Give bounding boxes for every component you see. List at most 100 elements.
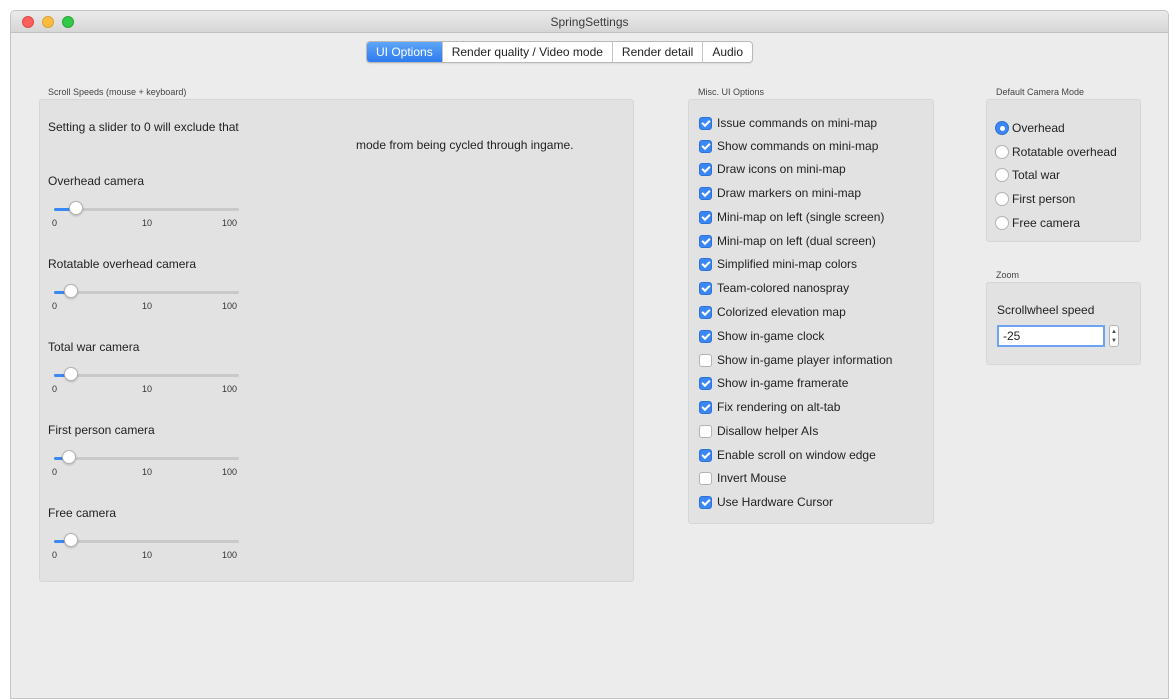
slider-label: Rotatable overhead camera [48,257,197,271]
first-person-camera-slider[interactable] [54,450,239,464]
scrollwheel-speed-label: Scrollwheel speed [997,303,1095,317]
checkbox-label: Colorized elevation map [717,305,846,319]
checkbox-show-ingame-framerate[interactable]: Show in-game framerate [699,373,848,393]
checkbox-label: Invert Mouse [717,471,787,485]
slider-label: First person camera [48,423,155,437]
checkbox-simplified-minimap-colors[interactable]: Simplified mini-map colors [699,254,857,274]
checkbox-label: Mini-map on left (single screen) [717,210,885,224]
slider-label: Free camera [48,506,117,520]
overhead-camera-slider[interactable] [54,201,239,215]
tab-audio[interactable]: Audio [703,42,752,62]
slider-knob[interactable] [62,450,76,464]
radio-label: Total war [1012,168,1061,182]
checkbox-label: Show in-game clock [717,329,825,343]
misc-ui-group: Issue commands on mini-map Show commands… [688,99,934,524]
title-bar: SpringSettings [11,11,1168,33]
free-camera-slider[interactable] [54,533,239,547]
checkbox-team-colored-nanospray[interactable]: Team-colored nanospray [699,278,849,298]
checkbox-hardware-cursor[interactable]: Use Hardware Cursor [699,492,833,512]
scroll-speeds-group-title: Scroll Speeds (mouse + keyboard) [48,87,187,97]
slider-knob[interactable] [64,367,78,381]
checkbox-checked-icon[interactable] [699,139,712,153]
camera-mode-group-title: Default Camera Mode [996,87,1085,97]
checkbox-checked-icon[interactable] [699,400,712,414]
checkbox-unchecked-icon[interactable] [699,471,712,485]
stepper-up-icon[interactable]: ▲ [1111,329,1117,335]
tick-label: 100 [222,467,238,477]
total-war-camera-slider[interactable] [54,367,239,381]
tab-render-detail[interactable]: Render detail [613,42,704,62]
checkbox-label: Disallow helper AIs [717,424,819,438]
radio-overhead[interactable]: Overhead [995,118,1065,138]
checkbox-checked-icon[interactable] [699,281,712,295]
misc-ui-group-title: Misc. UI Options [698,87,765,97]
radio-unselected-icon[interactable] [995,145,1009,159]
radio-first-person[interactable]: First person [995,189,1075,209]
checkbox-show-commands-minimap[interactable]: Show commands on mini-map [699,136,878,156]
rotatable-camera-slider-block: Rotatable overhead camera 0 10 100 [48,257,248,335]
tick-label: 0 [52,218,58,228]
scrollwheel-speed-stepper[interactable]: ▲ ▼ [1109,325,1119,347]
checkbox-disallow-helper-ais[interactable]: Disallow helper AIs [699,421,818,441]
checkbox-label: Show in-game framerate [717,376,849,390]
checkbox-label: Use Hardware Cursor [717,495,834,509]
tick-label: 10 [142,301,153,311]
checkbox-issue-commands-minimap[interactable]: Issue commands on mini-map [699,113,877,133]
checkbox-show-player-information[interactable]: Show in-game player information [699,350,892,370]
radio-free-camera[interactable]: Free camera [995,213,1080,233]
checkbox-show-ingame-clock[interactable]: Show in-game clock [699,326,824,346]
checkbox-draw-icons-minimap[interactable]: Draw icons on mini-map [699,159,846,179]
checkbox-draw-markers-minimap[interactable]: Draw markers on mini-map [699,183,861,203]
radio-unselected-icon[interactable] [995,216,1009,230]
rotatable-camera-slider[interactable] [54,284,239,298]
tick-label: 0 [52,550,58,560]
checkbox-checked-icon[interactable] [699,210,712,224]
tick-label: 100 [222,384,238,394]
zoom-group-title: Zoom [996,270,1020,280]
slider-knob[interactable] [64,533,78,547]
slider-label: Overhead camera [48,174,145,188]
tick-label: 0 [52,384,58,394]
tab-render-quality[interactable]: Render quality / Video mode [443,42,613,62]
camera-mode-group: Overhead Rotatable overhead Total war Fi… [986,99,1141,242]
slider-knob[interactable] [64,284,78,298]
checkbox-checked-icon[interactable] [699,376,712,390]
radio-selected-icon[interactable] [995,121,1009,135]
checkbox-minimap-left-dual[interactable]: Mini-map on left (dual screen) [699,231,876,251]
scroll-speeds-intro-line1: Setting a slider to 0 will exclude that [48,120,239,134]
checkbox-checked-icon[interactable] [699,234,712,248]
scrollwheel-speed-input[interactable] [997,325,1105,347]
checkbox-unchecked-icon[interactable] [699,424,712,438]
checkbox-checked-icon[interactable] [699,162,712,176]
checkbox-invert-mouse[interactable]: Invert Mouse [699,468,786,488]
checkbox-checked-icon[interactable] [699,495,712,509]
checkbox-label: Draw markers on mini-map [717,186,862,200]
scroll-speeds-group: Setting a slider to 0 will exclude that … [39,99,634,582]
tick-label: 0 [52,467,58,477]
tick-label: 10 [142,550,153,560]
checkbox-scroll-window-edge[interactable]: Enable scroll on window edge [699,445,876,465]
stepper-down-icon[interactable]: ▼ [1111,338,1117,344]
checkbox-checked-icon[interactable] [699,257,712,271]
overhead-camera-slider-block: Overhead camera 0 10 100 [48,174,248,252]
window-title: SpringSettings [550,15,629,29]
radio-unselected-icon[interactable] [995,168,1009,182]
tick-label: 10 [142,467,153,477]
checkbox-unchecked-icon[interactable] [699,353,712,367]
checkbox-label: Draw icons on mini-map [717,162,846,176]
checkbox-checked-icon[interactable] [699,186,712,200]
checkbox-checked-icon[interactable] [699,305,712,319]
checkbox-fix-rendering-alt-tab[interactable]: Fix rendering on alt-tab [699,397,840,417]
tab-ui-options[interactable]: UI Options [367,42,443,62]
checkbox-checked-icon[interactable] [699,448,712,462]
radio-unselected-icon[interactable] [995,192,1009,206]
checkbox-label: Team-colored nanospray [717,281,850,295]
checkbox-checked-icon[interactable] [699,329,712,343]
radio-rotatable-overhead[interactable]: Rotatable overhead [995,142,1117,162]
checkbox-colorized-elevation-map[interactable]: Colorized elevation map [699,302,846,322]
checkbox-label: Fix rendering on alt-tab [717,400,841,414]
checkbox-minimap-left-single[interactable]: Mini-map on left (single screen) [699,207,884,227]
checkbox-checked-icon[interactable] [699,116,712,130]
slider-knob[interactable] [69,201,83,215]
radio-total-war[interactable]: Total war [995,165,1060,185]
